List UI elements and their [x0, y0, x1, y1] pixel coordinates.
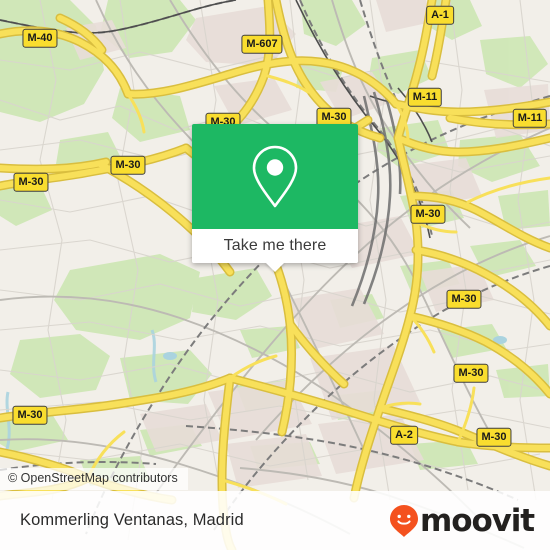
take-me-there-label: Take me there [223, 237, 327, 254]
moovit-wordmark: moovit [420, 502, 535, 539]
road-shield: M-30 [12, 405, 48, 425]
road-shield: M-40 [22, 28, 58, 48]
road-shield: M-11 [407, 87, 443, 107]
road-shield: M-30 [410, 204, 446, 224]
road-shield: M-30 [453, 363, 489, 383]
bottom-info-bar: Kommerling Ventanas, Madrid moovit [0, 491, 550, 550]
callout-tail-pointer [265, 262, 285, 272]
map-canvas[interactable]: M-40 M-607 A-1 M-11 M-11 M-30 M-30 M-30 M-30 M-30… [0, 0, 550, 550]
place-title: Kommerling Ventanas, Madrid [20, 511, 244, 529]
road-shield: A-1 [426, 5, 454, 25]
moovit-smiley-pin-icon [390, 504, 419, 537]
road-shield: M-30 [476, 427, 512, 447]
osm-attribution[interactable]: © OpenStreetMap contributors [0, 468, 188, 490]
road-shield: M-30 [110, 155, 146, 175]
place-callout-card[interactable]: Take me there [192, 124, 358, 272]
callout-image-area [192, 124, 358, 229]
road-shield: M-11 [512, 108, 548, 128]
road-shield: M-30 [13, 172, 49, 192]
map-pin-icon [252, 145, 298, 207]
road-shield: A-2 [390, 425, 418, 445]
road-shield: M-607 [241, 34, 283, 54]
moovit-map-screenshot: M-40 M-607 A-1 M-11 M-11 M-30 M-30 M-30 M-30 M-30… [0, 0, 550, 550]
road-shield: M-30 [446, 289, 482, 309]
callout-footer[interactable]: Take me there [192, 229, 358, 272]
moovit-logo[interactable]: moovit [389, 502, 535, 539]
